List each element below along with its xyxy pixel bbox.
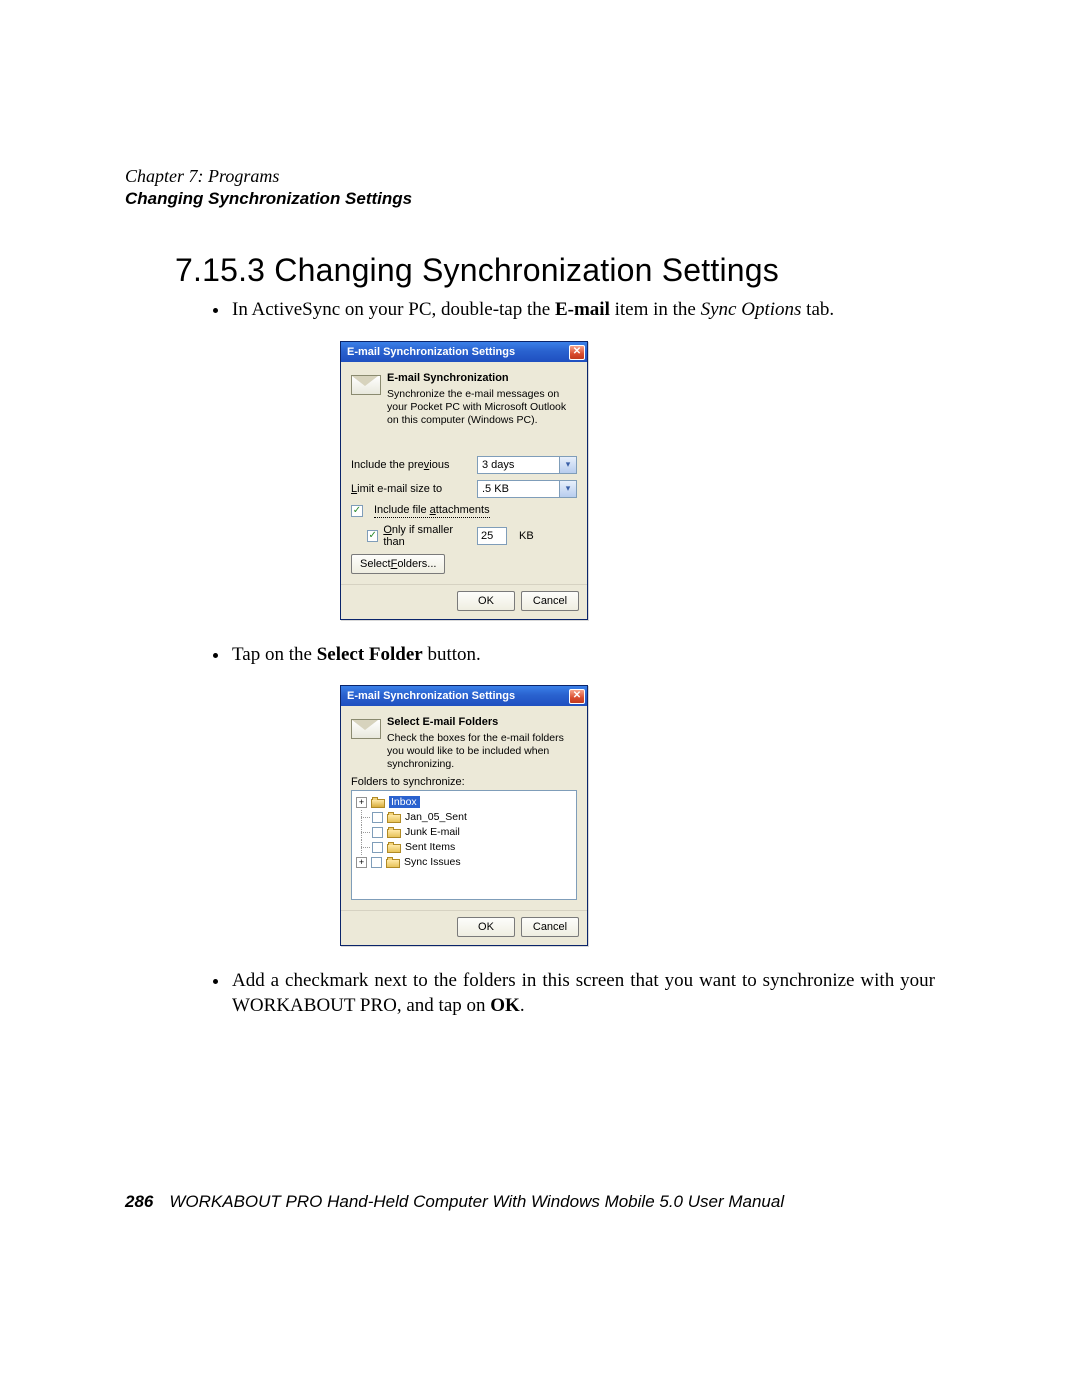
text: imit e-mail size to (357, 483, 442, 495)
folder-icon (387, 842, 401, 853)
tree-node-label: Junk E-mail (405, 826, 460, 838)
folders-tree[interactable]: + Inbox Jan_05_Sent (351, 790, 577, 900)
tree-node-label: Jan_05_Sent (405, 811, 467, 823)
dialog-description: Check the boxes for the e-mail folders y… (387, 732, 577, 771)
page-footer: 286 WORKABOUT PRO Hand-Held Computer With… (125, 1192, 784, 1212)
select-folders-dialog: E-mail Synchronization Settings ✕ Select… (340, 685, 588, 945)
bullet-1: In ActiveSync on your PC, double-tap the… (230, 297, 935, 323)
folder-icon (386, 857, 400, 868)
chapter-line: Chapter 7: Programs (125, 165, 935, 188)
chevron-down-icon[interactable]: ▾ (559, 481, 576, 497)
folder-icon (387, 812, 401, 823)
tree-label: Folders to synchronize: (351, 776, 577, 788)
section-heading: 7.15.3 Changing Synchronization Settings (175, 252, 935, 289)
folder-icon (387, 827, 401, 838)
text: Add a checkmark next to the folders in t… (232, 970, 935, 1017)
page-number: 286 (125, 1192, 153, 1211)
tree-checkbox[interactable] (372, 842, 383, 853)
size-unit: KB (519, 530, 534, 542)
dialog-title: E-mail Synchronization Settings (347, 346, 569, 358)
tree-connector (356, 840, 370, 855)
select-value: 3 days (482, 459, 514, 471)
close-icon[interactable]: ✕ (569, 689, 585, 704)
chevron-down-icon[interactable]: ▾ (559, 457, 576, 473)
include-previous-label: Include the previous (351, 459, 471, 471)
ok-button[interactable]: OK (457, 917, 515, 937)
attachment-size-input[interactable]: 25 (477, 527, 507, 545)
include-previous-select[interactable]: 3 days ▾ (477, 456, 577, 474)
tree-node-label: Sent Items (405, 841, 455, 853)
limit-size-label: Limit e-mail size to (351, 483, 471, 495)
text: ious (429, 459, 449, 471)
text: Select (360, 558, 391, 570)
select-folders-button[interactable]: Select Folders... (351, 554, 445, 574)
text: item in the (610, 299, 701, 320)
text: Include the pre (351, 459, 424, 471)
expand-icon[interactable]: + (356, 797, 367, 808)
text: F (391, 558, 398, 570)
bullet-3: Add a checkmark next to the folders in t… (230, 968, 935, 1019)
text: In ActiveSync on your PC, double-tap the (232, 299, 555, 320)
bullet-2: Tap on the Select Folder button. (230, 642, 935, 668)
section-line: Changing Synchronization Settings (125, 188, 935, 210)
tree-node-junk[interactable]: Junk E-mail (356, 825, 572, 840)
text: Tap on the (232, 644, 317, 665)
section-title: Changing Synchronization Settings (274, 252, 779, 288)
email-sync-settings-dialog: E-mail Synchronization Settings ✕ E-mail… (340, 341, 588, 619)
dialog-description: Synchronize the e-mail messages on your … (387, 388, 577, 427)
text: olders... (397, 558, 436, 570)
tree-node-sync-issues[interactable]: + Sync Issues (356, 855, 572, 870)
text-bold: OK (490, 995, 520, 1016)
text: ttachments (436, 504, 490, 516)
text: Include file (374, 504, 430, 516)
envelope-icon (351, 372, 379, 396)
text: button. (423, 644, 481, 665)
tree-connector (356, 810, 370, 825)
dialog-heading: E-mail Synchronization (387, 372, 577, 384)
tree-node-jan-sent[interactable]: Jan_05_Sent (356, 810, 572, 825)
cancel-button[interactable]: Cancel (521, 591, 579, 611)
tree-node-inbox[interactable]: + Inbox (356, 795, 572, 810)
tree-node-sent-items[interactable]: Sent Items (356, 840, 572, 855)
tree-node-label: Inbox (389, 796, 420, 808)
input-value: 25 (481, 530, 493, 542)
include-attachments-label: Include file attachments (374, 504, 490, 518)
text-bold: E-mail (555, 299, 610, 320)
expand-icon[interactable]: + (356, 857, 367, 868)
envelope-icon (351, 716, 379, 740)
ok-button[interactable]: OK (457, 591, 515, 611)
section-number: 7.15.3 (175, 252, 265, 289)
titlebar[interactable]: E-mail Synchronization Settings ✕ (341, 686, 587, 706)
select-value: .5 KB (482, 483, 509, 495)
text: nly if smaller than (383, 524, 453, 548)
text-bold: Select Folder (317, 644, 423, 665)
tree-connector (356, 825, 370, 840)
folder-open-icon (371, 797, 385, 808)
close-icon[interactable]: ✕ (569, 345, 585, 360)
include-attachments-checkbox[interactable]: ✓ (351, 505, 363, 517)
text: O (383, 524, 392, 536)
only-if-smaller-label: ✓ Only if smaller than (367, 524, 471, 548)
tree-checkbox[interactable] (372, 827, 383, 838)
cancel-button[interactable]: Cancel (521, 917, 579, 937)
tree-node-label: Sync Issues (404, 856, 461, 868)
tree-checkbox[interactable] (372, 812, 383, 823)
titlebar[interactable]: E-mail Synchronization Settings ✕ (341, 342, 587, 362)
only-if-smaller-checkbox[interactable]: ✓ (367, 530, 378, 542)
text: . (520, 995, 525, 1016)
footer-text: WORKABOUT PRO Hand-Held Computer With Wi… (169, 1192, 784, 1211)
text: tab. (801, 299, 834, 320)
text-italic: Sync Options (701, 299, 802, 320)
limit-size-select[interactable]: .5 KB ▾ (477, 480, 577, 498)
tree-checkbox[interactable] (371, 857, 382, 868)
dialog-heading: Select E-mail Folders (387, 716, 577, 728)
dialog-title: E-mail Synchronization Settings (347, 690, 569, 702)
